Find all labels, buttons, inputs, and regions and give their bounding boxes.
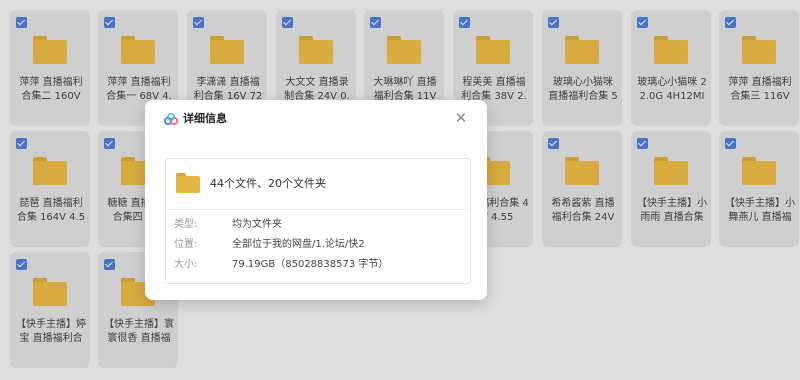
divider xyxy=(166,209,470,210)
close-icon[interactable]: ✕ xyxy=(453,110,469,126)
folder-icon xyxy=(176,173,200,193)
location-label: 位置: xyxy=(174,239,198,250)
size-value: 79.19GB（85028838573 字节） xyxy=(232,259,389,270)
details-panel: 44个文件、20个文件夹 类型: 均为文件夹 位置: 全部位于我的网盘/1.论坛… xyxy=(165,158,471,284)
size-label: 大小: xyxy=(174,259,198,270)
details-dialog: 详细信息 ✕ 44个文件、20个文件夹 类型: 均为文件夹 位置: 全部位于我的… xyxy=(145,100,487,300)
selection-summary: 44个文件、20个文件夹 xyxy=(210,177,326,190)
cloud-logo-icon xyxy=(163,112,179,126)
type-value: 均为文件夹 xyxy=(232,219,282,230)
type-label: 类型: xyxy=(174,219,198,230)
dialog-title: 详细信息 xyxy=(183,112,227,125)
location-value: 全部位于我的网盘/1.论坛/快2 xyxy=(232,239,365,250)
